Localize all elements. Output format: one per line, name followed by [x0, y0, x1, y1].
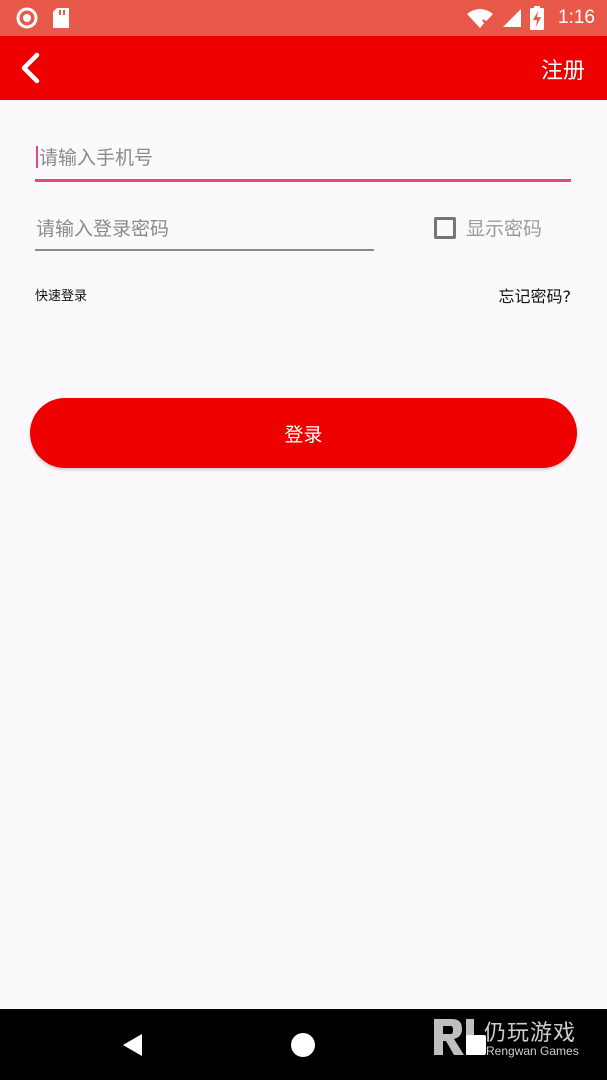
login-button-label: 登录 — [284, 423, 323, 446]
sd-card-icon — [53, 8, 69, 28]
record-icon — [16, 7, 38, 29]
watermark-english: Rengwan Games — [486, 1044, 579, 1058]
forgot-password-link[interactable]: 忘记密码? — [499, 283, 572, 307]
battery-charging-icon — [530, 6, 545, 30]
password-input[interactable]: 请输入登录密码 — [35, 214, 374, 251]
register-button[interactable]: 注册 — [541, 53, 585, 85]
chevron-left-icon — [21, 52, 40, 84]
password-placeholder: 请输入登录密码 — [36, 218, 170, 240]
quick-login-link[interactable]: 快速登录 — [35, 285, 87, 304]
back-button[interactable] — [12, 50, 48, 86]
phone-placeholder: 请输入手机号 — [39, 147, 154, 169]
app-bar: 注册 — [0, 36, 607, 100]
show-password-label: 显示密码 — [466, 218, 543, 240]
phone-input[interactable]: 请输入手机号 — [35, 143, 571, 182]
show-password-toggle[interactable]: 显示密码 — [434, 214, 542, 241]
status-time: 1:16 — [558, 7, 595, 28]
watermark: 仍玩游戏 Rengwan Games — [432, 1013, 602, 1063]
nav-back-icon[interactable] — [122, 1033, 144, 1057]
rengwan-logo-icon — [434, 1019, 474, 1055]
show-password-checkbox[interactable] — [434, 216, 456, 239]
login-button[interactable]: 登录 — [30, 398, 577, 468]
watermark-chinese: 仍玩游戏 — [484, 1021, 577, 1046]
wifi-icon — [467, 9, 494, 28]
text-cursor — [36, 146, 38, 168]
status-bar: 1:16 — [0, 0, 607, 36]
signal-icon — [503, 9, 522, 27]
nav-home-icon[interactable] — [291, 1033, 315, 1057]
